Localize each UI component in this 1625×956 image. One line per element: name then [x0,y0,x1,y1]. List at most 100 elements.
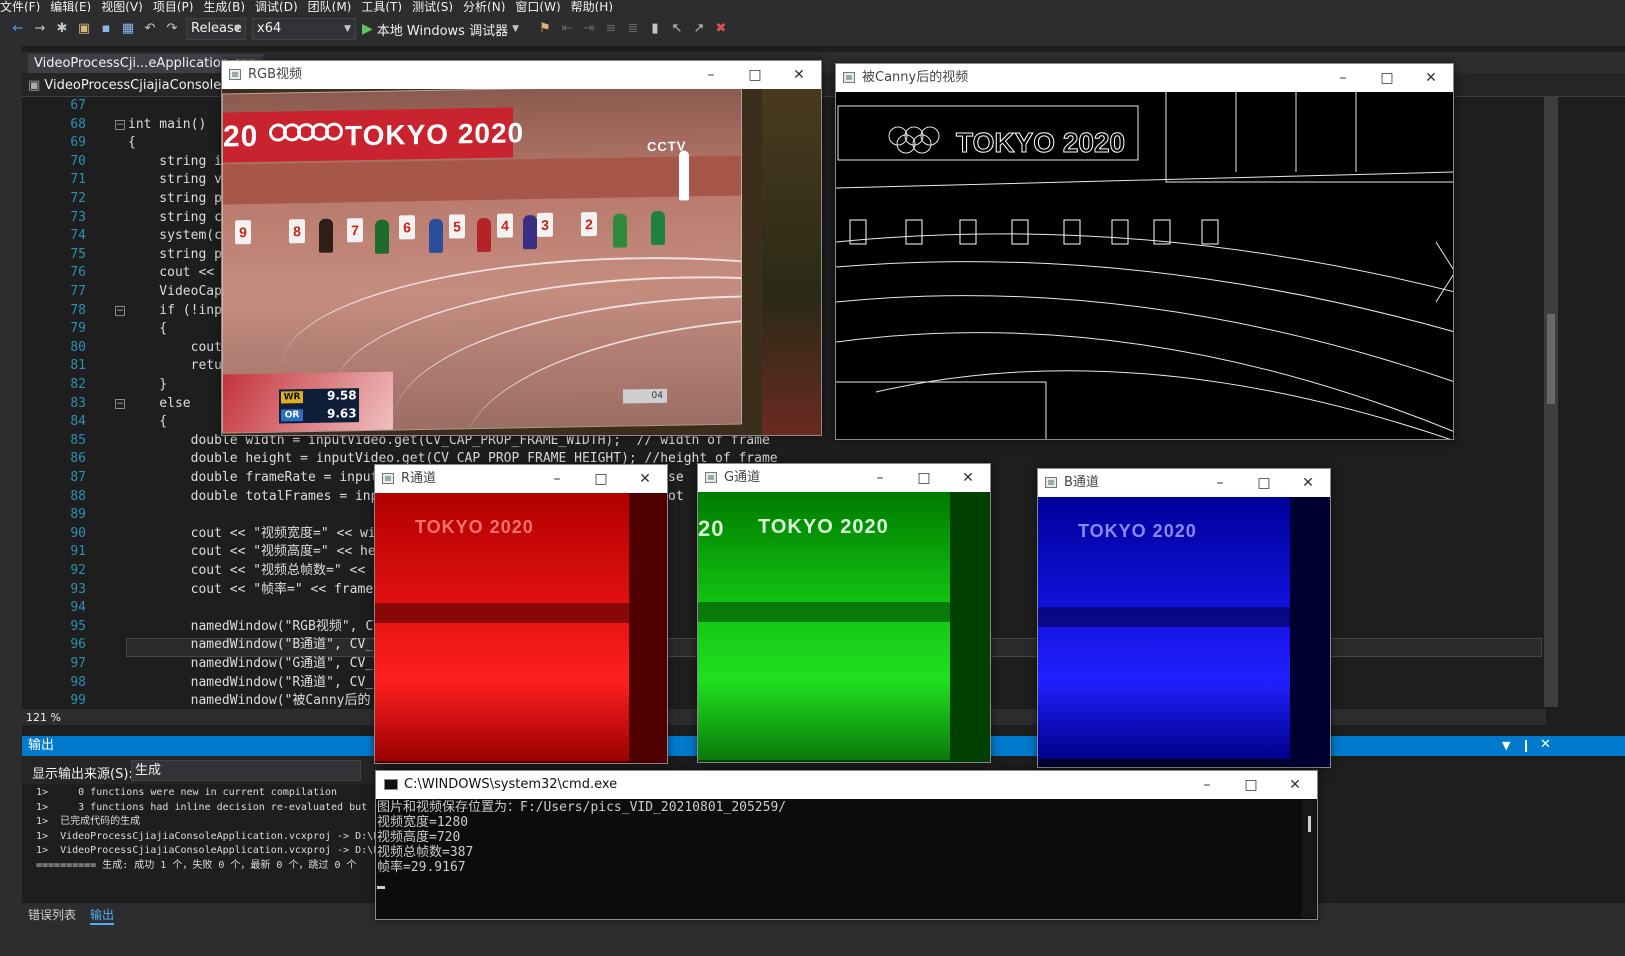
line-number: 94 [70,600,86,616]
comment-icon[interactable]: ≡ [603,21,619,37]
code-line[interactable]: system(c [128,227,222,246]
menu-item[interactable]: 文件(F) [0,1,50,12]
undo-icon[interactable]: ↶ [142,21,158,37]
code-line[interactable]: string p [128,246,222,265]
forward-icon[interactable]: → [32,21,48,37]
b-channel-window[interactable]: B通道 – □ ✕ TOKYO 2020 [1037,468,1331,768]
close-icon[interactable]: ✕ [777,61,821,89]
canny-video-window[interactable]: 被Canny后的视频 – □ ✕ TOKYO 2020 [835,63,1454,440]
maximize-icon[interactable]: □ [1229,771,1273,799]
code-line[interactable]: { [128,320,167,339]
code-line[interactable]: cout [128,339,222,358]
prev-bookmark-icon[interactable]: ↖ [669,21,685,37]
open-folder-icon[interactable]: ▣ [76,21,92,37]
close-icon[interactable]: ✕ [946,464,990,492]
clear-bookmarks-icon[interactable]: ✖ [713,21,729,37]
console-window[interactable]: C:\WINDOWS\system32\cmd.exe – □ ✕ 图片和视频保… [375,770,1318,920]
code-line[interactable]: cout << "视频宽度=" << wi [128,525,376,544]
close-icon[interactable]: ✕ [1273,771,1317,799]
close-icon[interactable]: ✕ [623,465,667,493]
code-line[interactable]: namedWindow("G通道", CV_V [128,655,381,674]
configuration-select[interactable]: Release ▼ [186,18,246,40]
code-line[interactable]: cout << "视频高度=" << he [128,543,376,562]
indent-icon[interactable]: ⇥ [581,21,597,37]
board-partial: 20 [223,119,259,154]
menu-item[interactable]: 视图(V) [101,1,153,12]
menu-item[interactable]: 分析(N) [463,1,515,12]
g-channel-window[interactable]: G通道 – □ ✕ 20 TOKYO 2020 [697,463,991,763]
maximize-icon[interactable]: □ [733,61,777,89]
close-icon[interactable]: ✕ [1409,64,1453,92]
menu-item[interactable]: 帮助(H) [571,1,623,12]
code-line[interactable]: string p [128,190,222,209]
console-output[interactable]: 图片和视频保存位置为：F:/Users/pics_VID_20210801_20… [376,799,1317,919]
panel-menu-icon[interactable]: ▼ [1502,739,1510,752]
menu-item[interactable]: 调试(D) [255,1,308,12]
bookmark-icon[interactable]: ▮ [647,21,663,37]
menu-item[interactable]: 测试(S) [412,1,463,12]
fold-toggle-icon[interactable]: − [115,119,125,130]
pin-icon[interactable]: ❙ [1521,738,1531,752]
minimize-icon[interactable]: – [535,465,579,493]
zoom-level[interactable]: 121 % [26,711,61,724]
code-line[interactable]: VideoCap [128,283,222,302]
save-all-icon[interactable]: ▦ [120,21,136,37]
maximize-icon[interactable]: □ [579,465,623,493]
code-line[interactable]: cout << "视频总帧数=" << [128,562,366,581]
menu-item[interactable]: 生成(B) [203,1,255,12]
close-icon[interactable]: ✕ [1286,469,1330,497]
output-source-select[interactable]: 生成 [131,760,361,781]
code-line[interactable]: string i [128,153,222,172]
maximize-icon[interactable]: □ [1365,64,1409,92]
menu-item[interactable]: 团队(M) [308,1,362,12]
project-scope-select[interactable]: ▣ VideoProcessCjiajiaConsoleApp [28,76,247,95]
r-channel-window[interactable]: R通道 – □ ✕ TOKYO 2020 [374,464,668,764]
find-icon[interactable]: ⚑ [537,21,553,37]
uncomment-icon[interactable]: ≣ [625,21,641,37]
code-line[interactable]: { [128,413,167,432]
code-line[interactable]: retu [128,357,222,376]
code-line[interactable]: cout << [128,264,222,283]
next-bookmark-icon[interactable]: ↗ [691,21,707,37]
minimize-icon[interactable]: – [1198,469,1242,497]
code-line[interactable]: string c [128,209,222,228]
console-title-bar[interactable]: C:\WINDOWS\system32\cmd.exe [376,771,1317,799]
console-scroll-thumb[interactable] [1308,816,1311,832]
maximize-icon[interactable]: □ [1242,469,1286,497]
menu-item[interactable]: 编辑(E) [50,1,101,12]
code-line[interactable]: { [128,134,136,153]
code-line[interactable]: int main() [128,116,206,135]
code-line[interactable]: string v [128,171,222,190]
start-debugging-button[interactable]: ▶ 本地 Windows 调试器 ▼ [362,20,519,39]
minimize-icon[interactable]: – [1321,64,1365,92]
minimize-icon[interactable]: – [858,464,902,492]
code-line[interactable]: namedWindow("RGB视频", CV [128,618,381,637]
new-project-icon[interactable]: ✱ [54,21,70,37]
platform-select[interactable]: x64 ▼ [252,18,356,40]
code-line[interactable]: if (!inp [128,302,222,321]
code-line[interactable]: cout << "帧率=" << frame [128,581,374,600]
tab-output[interactable]: 输出 [90,906,115,925]
fold-toggle-icon[interactable]: − [115,398,125,409]
menu-item[interactable]: 工具(T) [361,1,412,12]
minimize-icon[interactable]: – [689,61,733,89]
rgb-video-window[interactable]: RGB视频 – □ ✕ 20 TOKYO 2020 CCTV 9 8 7 6 5… [221,60,822,436]
outdent-icon[interactable]: ⇤ [559,21,575,37]
code-line[interactable]: namedWindow("B通道", CV_V [128,636,381,655]
redo-icon[interactable]: ↷ [164,21,180,37]
close-icon[interactable]: ✕ [1540,737,1551,752]
code-line[interactable]: namedWindow("R通道", CV_V [128,674,381,693]
maximize-icon[interactable]: □ [902,464,946,492]
save-icon[interactable]: ▪ [98,21,114,37]
minimize-icon[interactable]: – [1185,771,1229,799]
tab-error-list[interactable]: 错误列表 [28,906,76,923]
menu-item[interactable]: 窗口(W) [515,1,570,12]
code-line[interactable]: namedWindow("被Canny后的 [128,692,371,711]
back-icon[interactable]: ← [10,21,26,37]
menu-item[interactable]: 项目(P) [153,1,204,12]
code-line[interactable]: else [128,395,190,414]
code-line[interactable]: } [128,376,167,395]
editor-scroll-thumb[interactable] [1547,314,1555,404]
fold-toggle-icon[interactable]: − [115,305,125,316]
line-number: 90 [70,525,86,541]
